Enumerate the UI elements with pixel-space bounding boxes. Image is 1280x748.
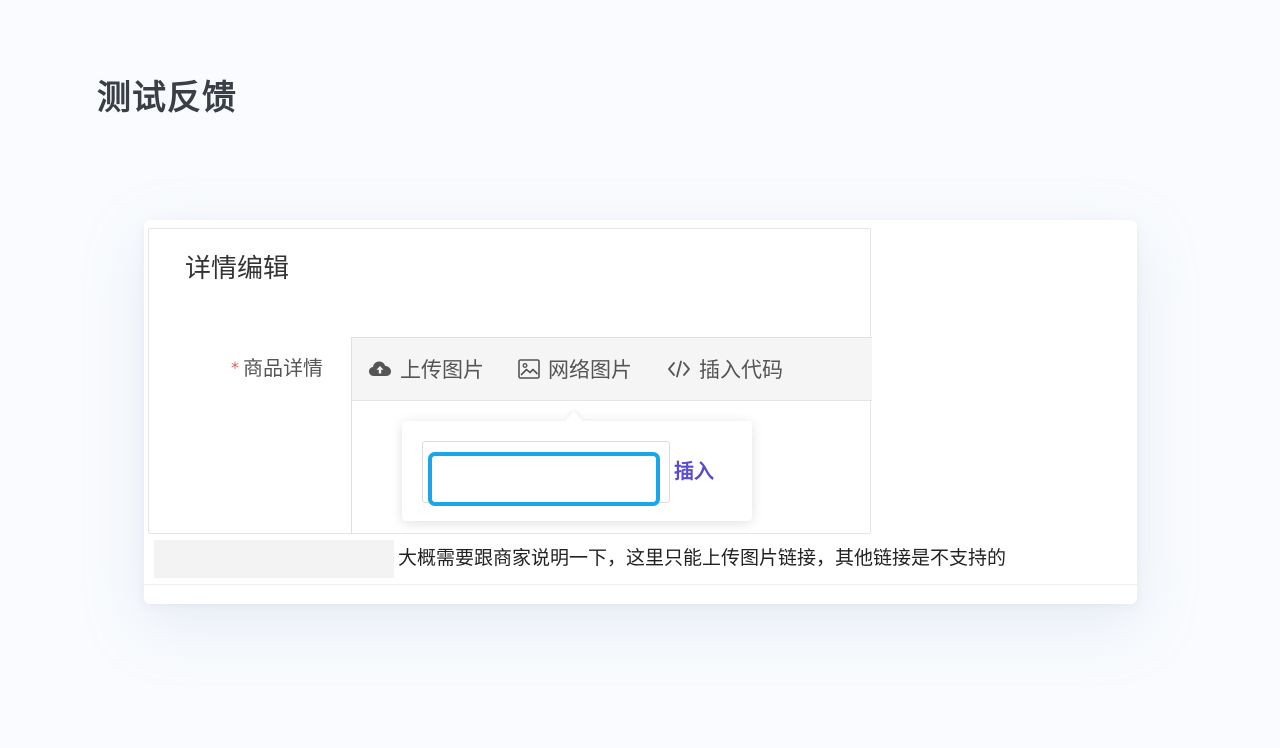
upload-image-button[interactable]: 上传图片	[368, 354, 484, 384]
page-title: 测试反馈	[97, 78, 237, 118]
feedback-note: 大概需要跟商家说明一下，这里只能上传图片链接，其他链接是不支持的	[398, 547, 1007, 569]
url-input-wrapper	[422, 441, 670, 506]
field-label-text: 商品详情	[243, 356, 323, 380]
product-detail-label: * 商品详情	[231, 353, 323, 383]
code-icon	[667, 359, 691, 379]
upload-image-label: 上传图片	[400, 358, 484, 382]
network-image-label: 网络图片	[548, 358, 632, 382]
network-image-button[interactable]: 网络图片	[518, 354, 632, 384]
network-image-popover: 插入	[402, 411, 752, 521]
image-icon	[518, 359, 540, 379]
insert-code-label: 插入代码	[699, 358, 783, 382]
editor-toolbar: 上传图片 网络图片 插入代码	[352, 338, 872, 401]
panel-title: 详情编辑	[185, 254, 290, 284]
divider	[144, 584, 1137, 585]
screenshot-card: 详情编辑 * 商品详情 上传图片 网络图片 插入代码 插入 大概需要跟商家说明一…	[144, 220, 1137, 604]
insert-code-button[interactable]: 插入代码	[667, 354, 783, 384]
required-mark: *	[231, 358, 239, 377]
image-url-input[interactable]	[428, 452, 660, 506]
cloud-upload-icon	[368, 359, 392, 379]
insert-button[interactable]: 插入	[674, 457, 714, 485]
redacted-block	[154, 540, 394, 578]
